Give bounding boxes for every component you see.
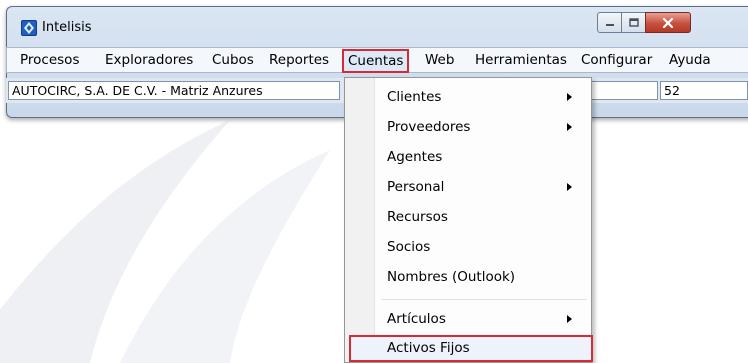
menu-procesos[interactable]: Procesos	[20, 52, 79, 68]
close-button[interactable]	[645, 12, 691, 33]
menu-item-clientes[interactable]: Clientes	[345, 84, 591, 111]
menu-item-label: Personal	[387, 179, 445, 195]
menu-item-label: Clientes	[387, 89, 442, 105]
menu-exploradores[interactable]: Exploradores	[105, 52, 193, 68]
menu-separator	[381, 299, 587, 300]
menu-item-label: Nombres (Outlook)	[387, 269, 516, 285]
minimize-button[interactable]	[597, 12, 622, 33]
company-field[interactable]: AUTOCIRC, S.A. DE C.V. - Matriz Anzures	[8, 81, 340, 100]
submenu-arrow-icon	[567, 93, 572, 101]
menu-web[interactable]: Web	[425, 52, 454, 68]
menu-item-proveedores[interactable]: Proveedores	[345, 114, 591, 141]
submenu-arrow-icon	[567, 123, 572, 131]
menu-item-label: Socios	[387, 239, 431, 255]
submenu-arrow-icon	[567, 315, 572, 323]
cuentas-dropdown-menu: Clientes Proveedores Agentes Personal Re…	[344, 77, 593, 363]
menu-item-label: Recursos	[387, 209, 448, 225]
menu-configurar[interactable]: Configurar	[581, 52, 652, 68]
menu-cubos[interactable]: Cubos	[212, 52, 254, 68]
menu-item-label: Proveedores	[387, 119, 471, 135]
menu-item-agentes[interactable]: Agentes	[345, 144, 591, 171]
menu-herramientas[interactable]: Herramientas	[475, 52, 567, 68]
menu-item-label: Artículos	[387, 311, 446, 327]
status-field[interactable]	[590, 81, 658, 100]
title-bar[interactable]: Intelisis	[7, 7, 748, 45]
menu-item-socios[interactable]: Socios	[345, 234, 591, 261]
maximize-icon	[628, 17, 639, 27]
menu-item-activos-fijos[interactable]: Activos Fijos	[349, 335, 593, 362]
app-logo-icon	[21, 20, 37, 36]
menu-ayuda[interactable]: Ayuda	[669, 52, 711, 68]
menu-item-label: Agentes	[387, 149, 443, 165]
menu-item-nombres-outlook[interactable]: Nombres (Outlook)	[345, 264, 591, 291]
menu-item-personal[interactable]: Personal	[345, 174, 591, 201]
submenu-arrow-icon	[567, 183, 572, 191]
menu-reportes[interactable]: Reportes	[269, 52, 329, 68]
minimize-icon	[605, 23, 614, 26]
close-icon	[662, 17, 674, 28]
window-title: Intelisis	[42, 20, 92, 35]
menu-cuentas[interactable]: Cuentas	[342, 49, 410, 73]
menu-item-recursos[interactable]: Recursos	[345, 204, 591, 231]
value-field[interactable]: 52	[660, 81, 748, 100]
menu-bar: Procesos Exploradores Cubos Reportes Cue…	[6, 47, 748, 73]
menu-item-label: Activos Fijos	[387, 340, 470, 356]
maximize-button[interactable]	[621, 12, 646, 33]
menu-item-articulos[interactable]: Artículos	[345, 306, 591, 333]
